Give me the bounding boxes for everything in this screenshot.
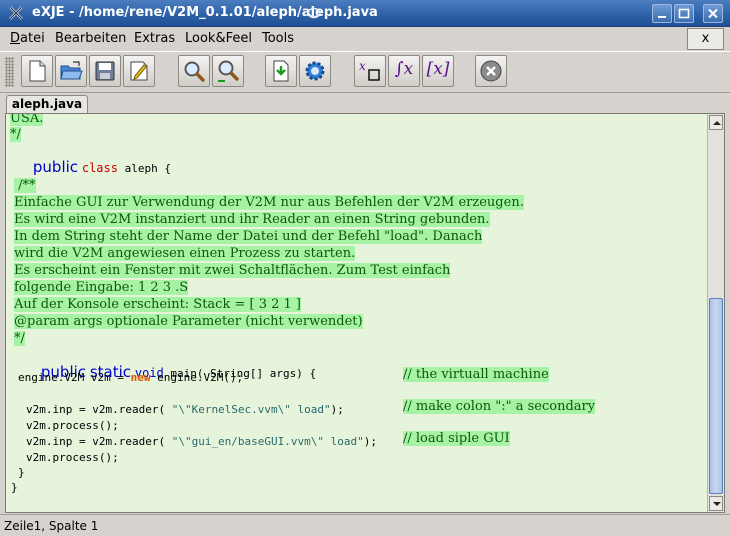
search-replace-icon xyxy=(218,60,239,82)
maximize-icon xyxy=(678,8,690,19)
menu-bearbeiten[interactable]: Bearbeiten xyxy=(55,31,126,46)
edit-document-button[interactable] xyxy=(123,55,155,87)
code-line: Einfache GUI zur Verwendung der V2M nur … xyxy=(14,195,524,210)
search-icon xyxy=(184,61,205,82)
tab-strip: aleph.java xyxy=(0,93,730,114)
subscript-icon: x xyxy=(359,59,380,81)
menu-look-and-feel[interactable]: Look&Feel xyxy=(185,31,252,46)
menu-datei[interactable]: Datei xyxy=(10,31,45,46)
new-file-button[interactable] xyxy=(21,55,53,87)
status-bar: Zeile1, Spalte 1 xyxy=(0,514,730,536)
string-literal: "\"gui_en/baseGUI.vvm\" load" xyxy=(171,435,364,448)
close-window-button[interactable] xyxy=(703,4,723,23)
keyword: class xyxy=(81,161,118,175)
code-line: /** xyxy=(14,178,36,193)
code-line: v2m.process(); xyxy=(26,419,119,432)
code-line: Es erscheint ein Fenster mit zwei Schalt… xyxy=(14,263,451,278)
code-line: Auf der Konsole erscheint: Stack = [ 3 2… xyxy=(14,297,301,312)
open-folder-icon xyxy=(60,61,83,80)
code-line: Es wird eine V2M instanziert und ihr Rea… xyxy=(14,212,490,227)
minimize-button[interactable] xyxy=(652,4,672,23)
maximize-button[interactable] xyxy=(674,4,694,23)
code-line: @param args optionale Parameter (nicht v… xyxy=(14,314,363,329)
code-comment: // the virtuall machine xyxy=(403,367,549,382)
minimize-icon xyxy=(658,16,666,18)
download-document-button[interactable] xyxy=(265,55,297,87)
close-document-button[interactable]: x xyxy=(687,28,724,50)
stop-button[interactable] xyxy=(475,55,507,87)
tab-aleph-java[interactable]: aleph.java xyxy=(6,95,88,114)
code-comment: // make colon ":" a secondary xyxy=(403,399,596,414)
code-line: */ xyxy=(14,331,25,346)
edit-document-icon xyxy=(130,61,148,81)
chevron-up-icon xyxy=(713,121,721,125)
toolbar-grip[interactable] xyxy=(5,57,14,87)
search-replace-button[interactable] xyxy=(212,55,244,87)
integral-icon: ∫x xyxy=(394,59,414,79)
download-document-icon xyxy=(273,60,289,82)
code-line: In dem String steht der Name der Datei u… xyxy=(14,229,483,244)
shade-window-icon[interactable] xyxy=(306,6,322,20)
title-bar: eXJE - /home/rene/V2M_0.1.01/aleph/aleph… xyxy=(0,0,730,27)
menu-tools[interactable]: Tools xyxy=(262,31,294,46)
integral-button[interactable]: ∫x xyxy=(388,55,420,87)
code-line: } xyxy=(18,466,25,479)
code-line: } xyxy=(11,481,18,494)
new-file-icon xyxy=(29,60,46,82)
keyword: new xyxy=(130,371,151,384)
code-area[interactable]: USA. */ public class aleph { /** Einfach… xyxy=(6,114,706,512)
scroll-thumb[interactable] xyxy=(709,298,723,494)
menu-extras[interactable]: Extras xyxy=(134,31,175,46)
stop-icon xyxy=(480,60,502,82)
vertical-scrollbar[interactable] xyxy=(707,114,724,512)
menu-bar: Datei Bearbeiten Extras Look&Feel Tools … xyxy=(0,27,730,51)
settings-gear-icon xyxy=(305,61,325,81)
toolbar: x ∫x [x] xyxy=(0,51,730,93)
chevron-down-icon xyxy=(713,502,721,506)
settings-button[interactable] xyxy=(299,55,331,87)
bracket-x-icon: [x] xyxy=(426,59,450,79)
code-line: folgende Eingabe: 1 2 3 .S xyxy=(14,280,189,295)
cursor-position: Zeile1, Spalte 1 xyxy=(4,519,99,533)
save-icon xyxy=(95,61,115,81)
code-line: engine.V2M v2m = new engine.V2M(); xyxy=(18,371,244,384)
code-line: v2m.process(); xyxy=(26,451,119,464)
code-line: */ xyxy=(10,127,21,142)
window-title: eXJE - /home/rene/V2M_0.1.01/aleph/aleph… xyxy=(32,5,378,20)
open-file-button[interactable] xyxy=(55,55,87,87)
string-literal: "\"KernelSec.vvm\" load" xyxy=(171,403,331,416)
scroll-up-button[interactable] xyxy=(709,115,723,130)
keyword: public xyxy=(32,158,79,176)
code-line: v2m.inp = v2m.reader( "\"KernelSec.vvm\"… xyxy=(26,403,344,416)
app-x-icon[interactable] xyxy=(8,5,24,21)
code-line: wird die V2M angewiesen einen Prozess zu… xyxy=(14,246,356,261)
code-editor[interactable]: USA. */ public class aleph { /** Einfach… xyxy=(5,113,725,513)
scroll-down-button[interactable] xyxy=(709,496,723,511)
bracket-x-button[interactable]: [x] xyxy=(422,55,454,87)
code-line: v2m.inp = v2m.reader( "\"gui_en/baseGUI.… xyxy=(26,435,378,448)
code-comment: // load siple GUI xyxy=(403,431,510,446)
code-line: USA. xyxy=(10,114,44,126)
close-icon xyxy=(708,8,718,19)
save-button[interactable] xyxy=(89,55,121,87)
subscript-button[interactable]: x xyxy=(354,55,386,87)
search-button[interactable] xyxy=(178,55,210,87)
svg-text:x: x xyxy=(359,59,366,73)
